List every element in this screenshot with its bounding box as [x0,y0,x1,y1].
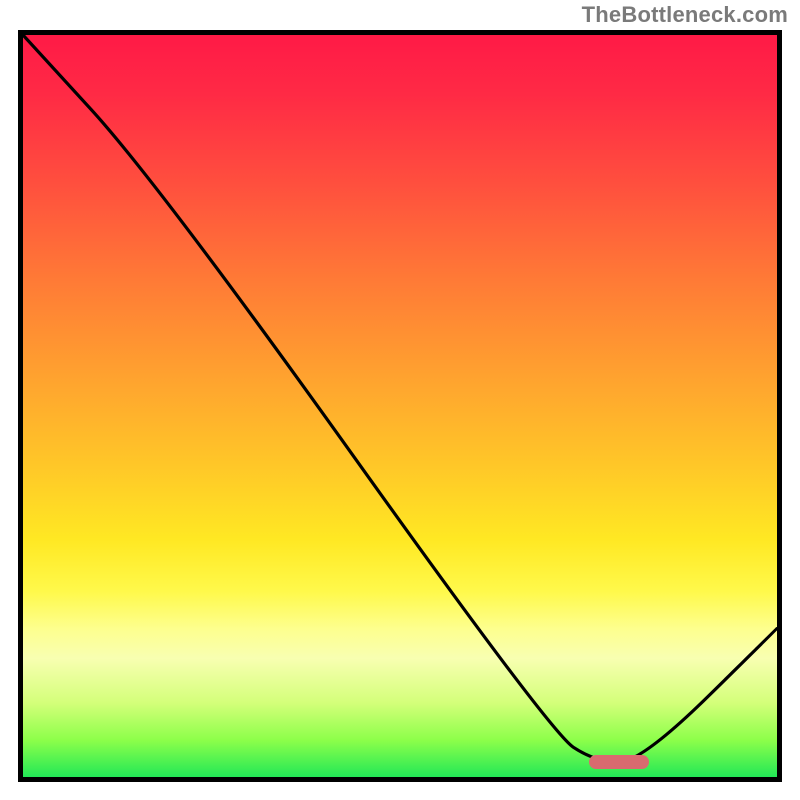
plot-frame [18,30,782,782]
bottleneck-curve [23,35,777,777]
optimal-range-marker [589,755,649,769]
curve-line [23,35,777,762]
chart-container: TheBottleneck.com [0,0,800,800]
watermark-text: TheBottleneck.com [582,2,788,28]
